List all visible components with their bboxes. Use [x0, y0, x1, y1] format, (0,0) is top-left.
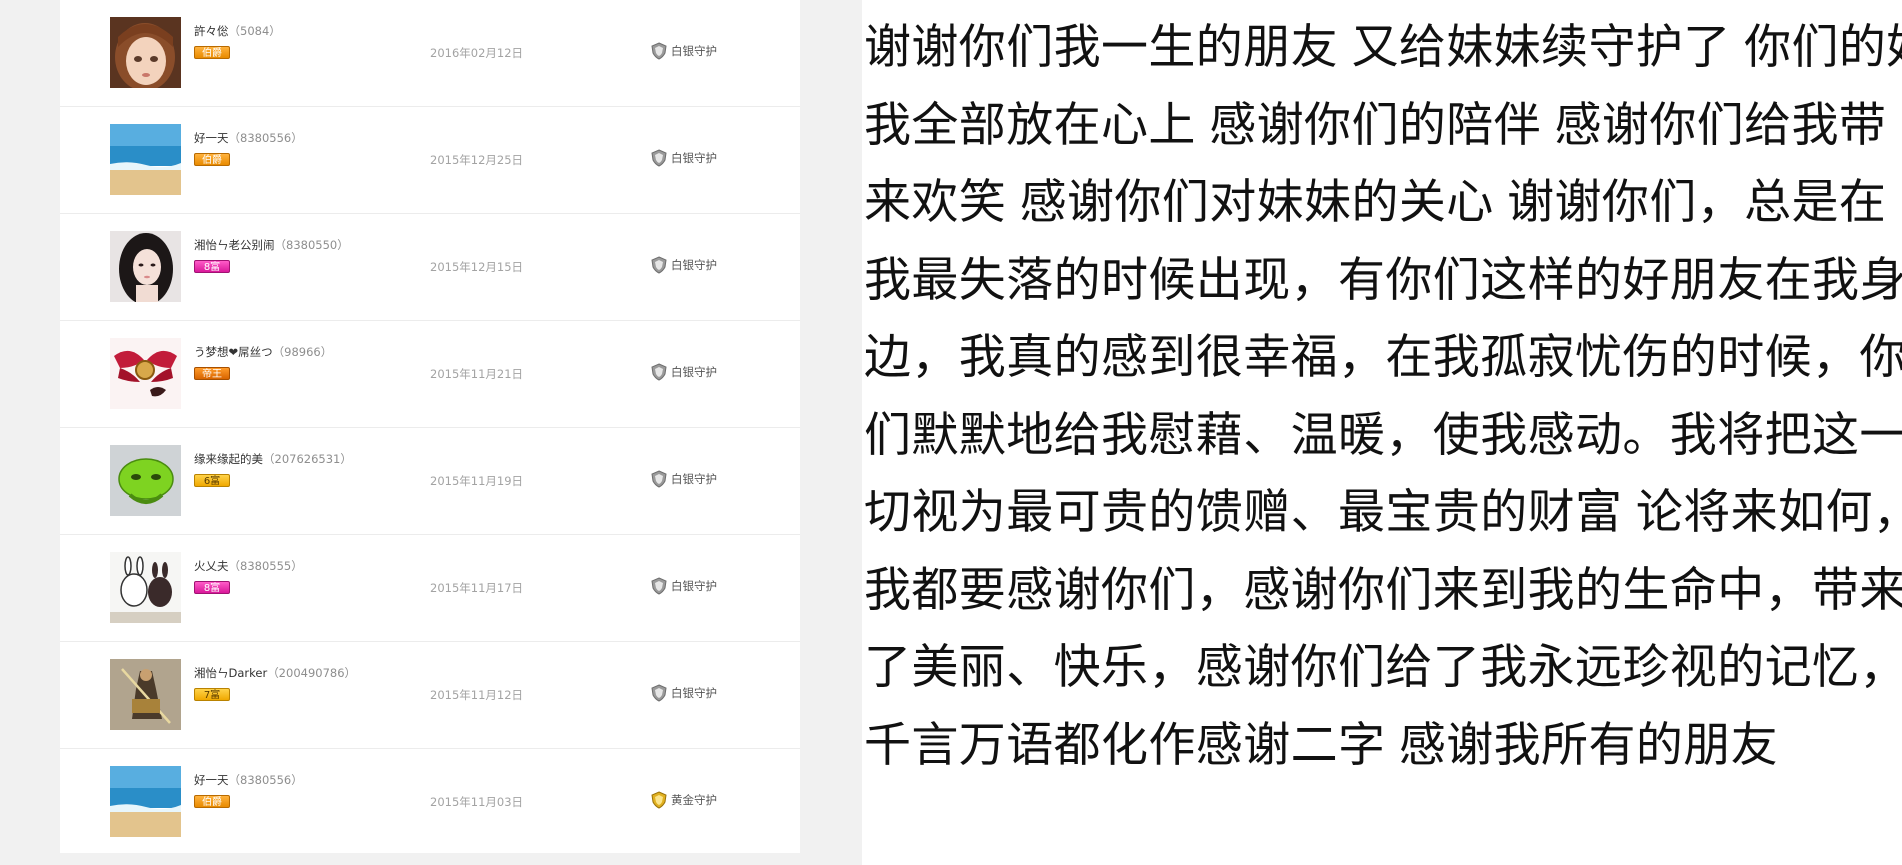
silver-shield-icon — [651, 363, 667, 381]
silver-shield-icon — [651, 470, 667, 488]
doll-avatar[interactable] — [110, 17, 181, 88]
user-name[interactable]: 火乂夫 — [194, 559, 229, 573]
gold-shield-icon — [651, 791, 667, 809]
guard-level: 黄金守护 — [650, 791, 717, 809]
user-name[interactable]: 湘怡ㄣ老公别闹 — [194, 238, 275, 252]
message-line: 边，我真的感到很幸福，在我孤寂忧伤的时候，你 — [864, 330, 1902, 383]
rank-badge: 帝王 — [194, 367, 230, 380]
guard-date: 2015年11月17日 — [430, 581, 524, 595]
beach-avatar[interactable] — [110, 766, 181, 837]
guard-date: 2015年11月03日 — [430, 795, 524, 809]
user-id: （207626531） — [263, 452, 352, 466]
message-line: 来欢笑 感谢你们对妹妹的关心 谢谢你们，总是在 — [864, 175, 1887, 228]
guard-row: 缘来缘起的美（207626531） 6富 2015年11月19日 白银守护 — [60, 428, 800, 535]
girl-avatar[interactable] — [110, 231, 181, 302]
guard-level: 白银守护 — [650, 684, 717, 702]
guard-list-panel: 許々倊（5084） 伯爵 2016年02月12日 白银守护 好一天（838055… — [60, 0, 800, 853]
guard-level: 白银守护 — [650, 470, 717, 488]
message-line: 我都要感谢你们，感谢你们来到我的生命中，带来 — [864, 562, 1902, 616]
rank-badge: 伯爵 — [194, 153, 230, 166]
rank-badge: 8富 — [194, 260, 230, 273]
rank-badge: 伯爵 — [194, 795, 230, 808]
user-name[interactable]: 湘怡ㄣDarker — [194, 666, 267, 680]
guard-label: 白银守护 — [671, 686, 717, 700]
user-name[interactable]: 許々倊 — [194, 24, 229, 38]
guard-label: 白银守护 — [671, 151, 717, 165]
rank-badge: 伯爵 — [194, 46, 230, 59]
user-id: （8380555） — [228, 559, 303, 573]
guard-row: 許々倊（5084） 伯爵 2016年02月12日 白银守护 — [60, 0, 800, 107]
green-blob-avatar[interactable] — [110, 445, 181, 516]
user-id: （8380556） — [228, 131, 303, 145]
guard-date: 2015年11月12日 — [430, 688, 524, 702]
guard-label: 白银守护 — [671, 258, 717, 272]
guard-level: 白银守护 — [650, 256, 717, 274]
guard-level: 白银守护 — [650, 149, 717, 167]
guard-label: 白银守护 — [671, 579, 717, 593]
user-name[interactable]: 缘来缘起的美 — [194, 452, 263, 466]
silver-shield-icon — [651, 684, 667, 702]
rank-badge: 8富 — [194, 581, 230, 594]
warrior-avatar[interactable] — [110, 659, 181, 730]
guard-date: 2015年11月19日 — [430, 474, 524, 488]
message-line: 我最失落的时候出现，有你们这样的好朋友在我身 — [864, 252, 1902, 306]
rank-badge: 7富 — [194, 688, 230, 701]
cartoon-avatar[interactable] — [110, 552, 181, 623]
beach-avatar[interactable] — [110, 124, 181, 195]
message-line: 切视为最可贵的馈赠、最宝贵的财富 论将来如何， — [864, 485, 1902, 538]
guard-level: 白银守护 — [650, 363, 717, 381]
message-line: 谢谢你们我一生的朋友 又给妹妹续守护了 你们的好 — [864, 20, 1902, 73]
thank-you-message: 谢谢你们我一生的朋友 又给妹妹续守护了 你们的好 我全部放在心上 感谢你们的陪伴… — [864, 8, 1902, 783]
guard-label: 黄金守护 — [671, 793, 717, 807]
guard-level: 白银守护 — [650, 42, 717, 60]
user-name[interactable]: 好一天 — [194, 773, 229, 787]
guard-row: 湘怡ㄣDarker（200490786） 7富 2015年11月12日 白银守护 — [60, 642, 800, 749]
silver-shield-icon — [651, 149, 667, 167]
user-id: （8380556） — [228, 773, 303, 787]
user-id: （98966） — [272, 345, 333, 359]
silver-shield-icon — [651, 42, 667, 60]
silver-shield-icon — [651, 256, 667, 274]
guard-row: 火乂夫（8380555） 8富 2015年11月17日 白银守护 — [60, 535, 800, 642]
silver-shield-icon — [651, 577, 667, 595]
message-line: 千言万语都化作感谢二字 感谢我所有的朋友 — [864, 717, 1779, 771]
message-line: 我全部放在心上 感谢你们的陪伴 感谢你们给我带 — [864, 97, 1887, 151]
user-id: （8380550） — [274, 238, 349, 252]
wings-avatar[interactable] — [110, 338, 181, 409]
guard-row: 好一天（8380556） 伯爵 2015年12月25日 白银守护 — [60, 107, 800, 214]
message-line: 们默默地给我慰藉、温暖，使我感动。我将把这一 — [864, 407, 1902, 461]
user-id: （5084） — [228, 24, 281, 38]
user-name[interactable]: 好一天 — [194, 131, 229, 145]
rank-badge: 6富 — [194, 474, 230, 487]
message-line: 了美丽、快乐，感谢你们给了我永远珍视的记忆， — [864, 640, 1902, 693]
user-name[interactable]: う梦想❤屌丝つ — [194, 345, 273, 359]
guard-row: う梦想❤屌丝つ（98966） 帝王 2015年11月21日 白银守护 — [60, 321, 800, 428]
guard-label: 白银守护 — [671, 44, 717, 58]
guard-label: 白银守护 — [671, 472, 717, 486]
guard-level: 白银守护 — [650, 577, 717, 595]
user-id: （200490786） — [267, 666, 357, 680]
guard-date: 2015年11月21日 — [430, 367, 524, 381]
guard-date: 2015年12月15日 — [430, 260, 524, 274]
guard-date: 2015年12月25日 — [430, 153, 524, 167]
guard-date: 2016年02月12日 — [430, 46, 524, 60]
guard-label: 白银守护 — [671, 365, 717, 379]
guard-row: 湘怡ㄣ老公别闹（8380550） 8富 2015年12月15日 白银守护 — [60, 214, 800, 321]
guard-row: 好一天（8380556） 伯爵 2015年11月03日 黄金守护 — [60, 749, 800, 856]
